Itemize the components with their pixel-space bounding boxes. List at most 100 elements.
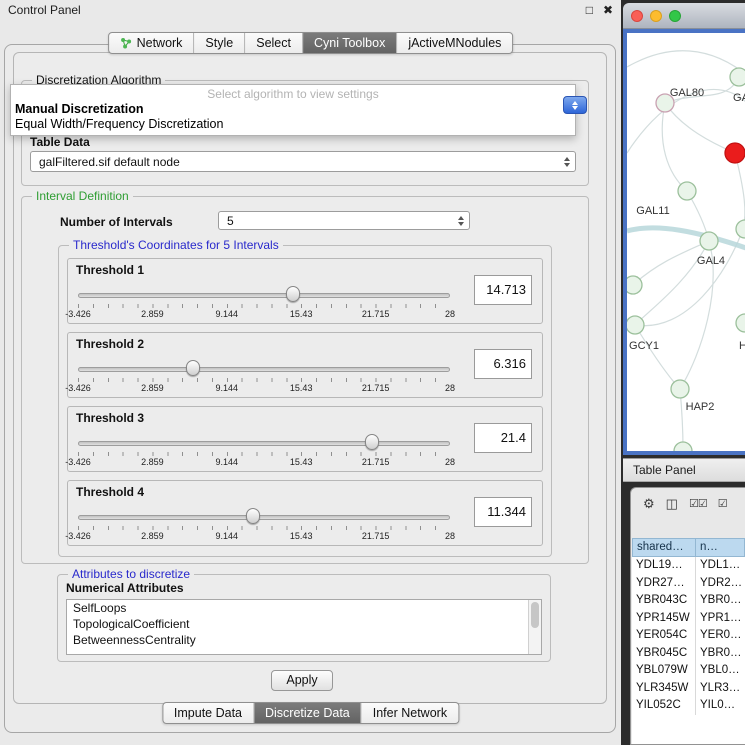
network-node[interactable]: [730, 68, 745, 86]
popup-option-manual-discretization[interactable]: Manual Discretization: [11, 102, 575, 117]
tab-network[interactable]: Network: [109, 33, 194, 53]
slider-thumb[interactable]: [286, 286, 300, 302]
threshold-value-field[interactable]: 6.316: [474, 349, 532, 379]
tab-infer-network[interactable]: Infer Network: [361, 703, 458, 723]
slider-track[interactable]: [78, 293, 450, 298]
table-row[interactable]: YDR27…YDR2…: [632, 575, 745, 593]
num-intervals-combo[interactable]: 5: [218, 211, 470, 230]
tab-impute-data[interactable]: Impute Data: [163, 703, 253, 723]
tab-jactivemnodules[interactable]: jActiveMNodules: [396, 33, 512, 53]
slider-thumb[interactable]: [246, 508, 260, 524]
mac-minimize-button[interactable]: [650, 10, 662, 22]
list-item-topologicalcoefficient[interactable]: TopologicalCoefficient: [67, 616, 541, 632]
tab-discretize-data[interactable]: Discretize Data: [253, 703, 361, 723]
table-data-stepper[interactable]: [564, 157, 570, 167]
table-row[interactable]: YBR043CYBR0…: [632, 592, 745, 610]
threshold-value-field[interactable]: 21.4: [474, 423, 532, 453]
cell-shared-name: YLR345W: [632, 680, 696, 698]
network-node[interactable]: [700, 232, 718, 250]
threshold-slider[interactable]: -3.4262.8599.14415.4321.71528: [78, 507, 450, 545]
threshold-slider[interactable]: -3.4262.8599.14415.4321.71528: [78, 433, 450, 471]
slider-track[interactable]: [78, 441, 450, 446]
select-all-checkboxes-icon[interactable]: ☑☑: [689, 497, 707, 510]
tick-label: -3.426: [65, 383, 91, 393]
tick-label: 9.144: [216, 383, 239, 393]
slider-thumb[interactable]: [365, 434, 379, 450]
table-data-value: galFiltered.sif default node: [39, 155, 180, 169]
cell-shared-name: YPR145W: [632, 610, 696, 628]
tab-style[interactable]: Style: [193, 33, 244, 53]
threshold-list: Threshold 1-3.4262.8599.14415.4321.71528…: [67, 258, 543, 554]
threshold-label: Threshold 2: [76, 337, 144, 351]
list-item-betweennesscentrality[interactable]: BetweennessCentrality: [67, 632, 541, 648]
table-data-combo[interactable]: galFiltered.sif default node: [30, 151, 576, 172]
table-row[interactable]: YBR045CYBR0…: [632, 645, 745, 663]
thresholds-group: Threshold's Coordinates for 5 Intervals …: [58, 245, 552, 557]
slider-track[interactable]: [78, 515, 450, 520]
slider-ticks: [78, 378, 450, 382]
network-node[interactable]: [736, 314, 745, 332]
table-row[interactable]: YER054CYER0…: [632, 627, 745, 645]
network-node[interactable]: [736, 220, 745, 238]
slider-tick-labels: -3.4262.8599.14415.4321.71528: [78, 309, 450, 321]
algorithm-combo-stepper[interactable]: [563, 96, 587, 114]
table-row[interactable]: YDL19…YDL1…: [632, 557, 745, 575]
tick-label: 15.43: [290, 383, 313, 393]
network-node[interactable]: [674, 442, 692, 455]
checkbox-icon[interactable]: ☑: [718, 497, 727, 510]
tick-label: 15.43: [290, 531, 313, 541]
popup-option-equal-width-frequency-discretization[interactable]: Equal Width/Frequency Discretization: [11, 117, 575, 132]
threshold-slider[interactable]: -3.4262.8599.14415.4321.71528: [78, 285, 450, 323]
table-row[interactable]: YPR145WYPR1…: [632, 610, 745, 628]
cell-name: YDR2…: [696, 575, 745, 593]
network-node[interactable]: [678, 182, 696, 200]
threshold-value-field[interactable]: 14.713: [474, 275, 532, 305]
network-node[interactable]: [671, 380, 689, 398]
scrollbar-thumb[interactable]: [531, 602, 539, 628]
threshold-value-field[interactable]: 11.344: [474, 497, 532, 527]
attributes-group-title: Attributes to discretize: [68, 567, 194, 581]
tab-select[interactable]: Select: [244, 33, 302, 53]
node-label: GAL11: [636, 205, 669, 217]
network-node-selected[interactable]: [725, 143, 745, 163]
slider-tick-labels: -3.4262.8599.14415.4321.71528: [78, 457, 450, 469]
tick-label: 9.144: [216, 309, 239, 319]
slider-track[interactable]: [78, 367, 450, 372]
attributes-scrollbar[interactable]: [528, 600, 541, 654]
threshold-block: Threshold 3-3.4262.8599.14415.4321.71528…: [67, 406, 543, 472]
num-intervals-stepper[interactable]: [458, 216, 464, 226]
tab-label: Infer Network: [373, 706, 447, 720]
mac-close-button[interactable]: [631, 10, 643, 22]
slider-thumb[interactable]: [186, 360, 200, 376]
table-row[interactable]: YBL079WYBL0…: [632, 662, 745, 680]
cell-name: YBL0…: [696, 662, 745, 680]
column-header-shared-name[interactable]: shared…: [632, 538, 696, 557]
table-row[interactable]: YIL052CYIL0…: [632, 697, 745, 715]
table-row[interactable]: YLR345WYLR3…: [632, 680, 745, 698]
attributes-list[interactable]: SelfLoopsTopologicalCoefficientBetweenne…: [66, 599, 542, 655]
interval-definition-title: Interval Definition: [32, 189, 133, 203]
threshold-slider[interactable]: -3.4262.8599.14415.4321.71528: [78, 359, 450, 397]
network-canvas[interactable]: GAL80GAGAL11GAL4GCY1HHAP2: [627, 33, 745, 455]
tick-label: 9.144: [216, 531, 239, 541]
bottom-tab-strip: Impute DataDiscretize Data Infer Network: [162, 702, 459, 724]
tab-label: Select: [256, 36, 291, 50]
network-node[interactable]: [627, 316, 644, 334]
float-window-icon[interactable]: □: [586, 0, 593, 20]
network-icon: [120, 37, 132, 49]
tab-cyni-toolbox[interactable]: Cyni Toolbox: [302, 33, 396, 53]
columns-icon[interactable]: ◫: [666, 497, 678, 510]
cell-name: YBR0…: [696, 592, 745, 610]
tick-label: 21.715: [362, 309, 390, 319]
stepper-up-icon: [564, 157, 570, 161]
network-view-frame: GAL80GAGAL11GAL4GCY1HHAP2: [623, 29, 745, 455]
gear-icon[interactable]: ⚙: [643, 497, 655, 510]
column-header-name[interactable]: n…: [696, 538, 745, 557]
mac-zoom-button[interactable]: [669, 10, 681, 22]
apply-button[interactable]: Apply: [271, 670, 333, 691]
cell-name: YLR3…: [696, 680, 745, 698]
tick-label: 2.859: [141, 383, 164, 393]
network-node[interactable]: [627, 276, 642, 294]
list-item-selfloops[interactable]: SelfLoops: [67, 600, 541, 616]
close-panel-icon[interactable]: ✖: [603, 0, 613, 20]
